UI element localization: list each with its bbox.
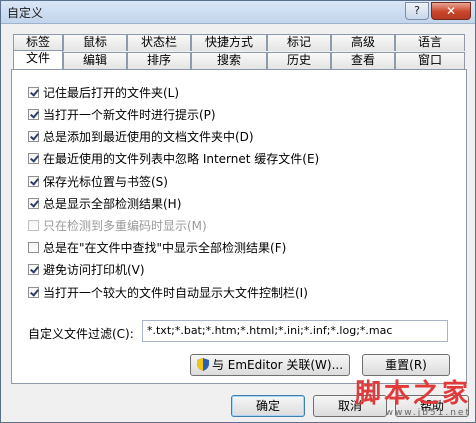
option-save-cursor-bookmarks[interactable]: 保存光标位置与书签(S) xyxy=(28,173,168,189)
help-title-button[interactable]: ? xyxy=(405,2,429,20)
tab-shortcuts[interactable]: 快捷方式 xyxy=(191,34,267,51)
checkbox[interactable] xyxy=(28,263,39,275)
checkbox[interactable] xyxy=(28,197,39,209)
option-large-file-bar[interactable]: 当打开一个较大的文件时自动显示大文件控制栏(I) xyxy=(28,284,308,300)
tab-language[interactable]: 语言 xyxy=(395,34,465,51)
option-remember-last-folder[interactable]: 记住最后打开的文件夹(L) xyxy=(28,84,179,100)
tab-view[interactable]: 查看 xyxy=(331,52,395,69)
customize-dialog: 自定义 ? ✕ 标签 鼠标 状态栏 快捷方式 标记 高级 语言 文件 编辑 排序… xyxy=(0,0,476,423)
tab-marks[interactable]: 标记 xyxy=(267,34,331,51)
tab-advanced[interactable]: 高级 xyxy=(331,34,395,51)
tab-search[interactable]: 搜索 xyxy=(191,52,267,69)
checkbox[interactable] xyxy=(28,241,39,253)
checkbox[interactable] xyxy=(28,86,39,98)
option-show-all-detection[interactable]: 总是显示全部检测结果(H) xyxy=(28,195,181,211)
option-ignore-internet-cache[interactable]: 在最近使用的文件列表中忽略 Internet 缓存文件(E) xyxy=(28,150,319,166)
associate-button[interactable]: 与 EmEditor 关联(W)... xyxy=(190,354,350,376)
cancel-button[interactable]: 取消 xyxy=(313,395,387,417)
checkbox[interactable] xyxy=(28,175,39,187)
checkbox[interactable] xyxy=(28,108,39,120)
tab-statusbar[interactable]: 状态栏 xyxy=(127,34,191,51)
filter-label: 自定义文件过滤(C): xyxy=(28,327,134,341)
option-add-recent-docs[interactable]: 总是添加到最近使用的文档文件夹中(D) xyxy=(28,128,254,144)
checkbox[interactable] xyxy=(28,286,39,298)
checkbox[interactable] xyxy=(28,152,39,164)
window-title: 自定义 xyxy=(7,6,44,20)
close-button[interactable]: ✕ xyxy=(431,2,471,20)
tab-window[interactable]: 窗口 xyxy=(395,52,465,69)
help-button[interactable]: 帮助 xyxy=(395,395,469,417)
tab-file[interactable]: 文件 xyxy=(13,50,63,69)
option-avoid-printer[interactable]: 避免访问打印机(V) xyxy=(28,261,145,277)
tab-sort[interactable]: 排序 xyxy=(127,52,191,69)
file-settings-panel: 记住最后打开的文件夹(L) 当打开一个新文件时进行提示(P) 总是添加到最近使用… xyxy=(11,69,467,384)
reset-button[interactable]: 重置(R) xyxy=(362,354,450,376)
tab-edit[interactable]: 编辑 xyxy=(63,52,127,69)
ok-button[interactable]: 确定 xyxy=(231,395,305,417)
tab-tags[interactable]: 标签 xyxy=(13,34,63,51)
checkbox[interactable] xyxy=(28,219,39,231)
option-show-multi-encoding-only[interactable]: 只在检测到多重编码时显示(M) xyxy=(28,217,207,233)
tab-mouse[interactable]: 鼠标 xyxy=(63,34,127,51)
title-bar: 自定义 ? ✕ xyxy=(1,1,475,24)
option-find-in-files-show-all[interactable]: 总是在"在文件中查找"中显示全部检测结果(F) xyxy=(28,239,286,255)
option-prompt-new-file[interactable]: 当打开一个新文件时进行提示(P) xyxy=(28,106,216,122)
tab-history[interactable]: 历史 xyxy=(267,52,331,69)
close-icon: ✕ xyxy=(445,4,457,18)
file-filter-input[interactable]: *.txt;*.bat;*.htm;*.html;*.ini;*.inf;*.l… xyxy=(142,320,448,342)
shield-icon xyxy=(196,358,209,371)
checkbox[interactable] xyxy=(28,130,39,142)
